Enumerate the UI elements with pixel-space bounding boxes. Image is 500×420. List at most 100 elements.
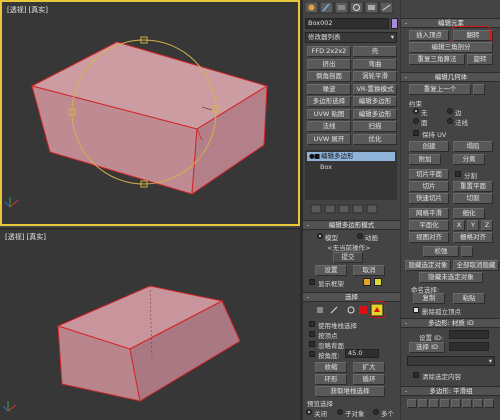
delete-isolated-checkbox[interactable] — [413, 307, 419, 313]
unhide-all-button[interactable]: 全部取消隐藏 — [453, 260, 499, 271]
quickslice-button[interactable]: 快速切片 — [409, 193, 449, 204]
tessellate-button[interactable]: 细化 — [453, 208, 485, 219]
modifier-button[interactable]: 法线 — [307, 121, 351, 132]
modifier-button[interactable]: 壳 — [353, 46, 397, 57]
constraint-face-radio[interactable] — [413, 118, 419, 124]
cancel-button[interactable]: 取消 — [353, 265, 385, 276]
cage-select-color-swatch[interactable] — [374, 278, 382, 286]
meshsmooth-button[interactable]: 网格平滑 — [409, 208, 449, 219]
commit-button[interactable]: 提交 — [333, 252, 363, 263]
smoothing-group-button[interactable] — [462, 399, 472, 408]
cage-color-swatch[interactable] — [363, 278, 371, 286]
preview-multi-radio[interactable] — [373, 409, 379, 415]
preview-subobject-radio[interactable] — [337, 409, 343, 415]
rollout-edit-poly-mode[interactable]: - 编辑多边形模式 — [303, 220, 400, 230]
grid-align-button[interactable]: 栅格对齐 — [453, 232, 493, 243]
modifier-button[interactable]: UVW 贴图 — [307, 108, 351, 120]
ring-button[interactable]: 环形 — [315, 374, 347, 385]
modifier-button[interactable]: 噪波 — [307, 83, 351, 95]
smoothing-group-button[interactable] — [484, 399, 494, 408]
viewport-top[interactable]: [透视] [真实] — [0, 0, 300, 226]
create-button[interactable]: 创建 — [409, 141, 449, 152]
slice-button[interactable]: 切片 — [409, 181, 449, 192]
attach-button[interactable]: 附加 — [409, 154, 441, 165]
object-name-field[interactable]: Box002 — [305, 18, 389, 29]
by-vertex-checkbox[interactable] — [309, 331, 315, 337]
constraint-edge-radio[interactable] — [447, 108, 453, 114]
rollout-selection[interactable]: - 选择 — [303, 292, 400, 302]
command-tabs[interactable] — [305, 2, 397, 14]
smoothing-group-button[interactable] — [440, 399, 450, 408]
insert-vertex-button[interactable]: 插入顶点 — [409, 30, 449, 41]
viewport-label[interactable]: [透视] [真实] — [7, 5, 50, 15]
planarize-button[interactable]: 平面化 — [409, 220, 449, 231]
stack-item-box[interactable]: Box — [320, 163, 332, 171]
show-cage-checkbox[interactable] — [309, 279, 315, 285]
stack-item-edit-poly[interactable]: ● ■ 编辑多边形 — [307, 152, 395, 161]
smoothing-group-button[interactable] — [429, 399, 439, 408]
planarize-x-button[interactable]: X — [453, 220, 465, 231]
shrink-button[interactable]: 收缩 — [315, 362, 347, 373]
viewport-label[interactable]: [透视] [真实] — [5, 232, 48, 242]
material-name-dropdown[interactable]: ▾ — [407, 356, 495, 366]
radio-model[interactable] — [317, 233, 323, 239]
constraint-none-radio[interactable] — [413, 108, 419, 114]
hide-unselected-button[interactable]: 隐藏未选定对象 — [419, 272, 483, 283]
paste-button[interactable]: 粘贴 — [453, 293, 485, 304]
edit-triangulation-button[interactable]: 编辑三角剖分 — [409, 42, 493, 53]
rollout-smoothing-groups[interactable]: - 多边形: 平滑组 — [401, 386, 500, 396]
smoothing-group-button[interactable] — [418, 399, 428, 408]
select-id-button[interactable]: 选择 ID — [409, 342, 445, 353]
slice-plane-button[interactable]: 切片平面 — [409, 169, 449, 180]
rollout-material-ids[interactable]: - 多边形: 材质 ID — [401, 318, 500, 328]
select-id-spinner[interactable] — [449, 342, 489, 351]
modifier-button[interactable]: VR-置换模式 — [353, 83, 397, 95]
smoothing-group-button[interactable] — [407, 399, 417, 408]
set-id-spinner[interactable] — [449, 330, 489, 339]
modifier-button[interactable]: 扫描 — [353, 121, 397, 132]
relax-settings-button[interactable] — [461, 246, 473, 257]
relax-button[interactable]: 松弛 — [423, 246, 459, 257]
get-stack-selection-button[interactable]: 获取堆栈选择 — [315, 386, 385, 397]
modifier-button[interactable]: FFD 2x2x2 — [307, 46, 351, 57]
preview-off-radio[interactable] — [306, 409, 312, 415]
collapse-button[interactable]: 塌陷 — [453, 141, 493, 152]
smoothing-group-button[interactable] — [451, 399, 461, 408]
hide-selected-button[interactable]: 隐藏选定对象 — [405, 260, 451, 271]
modifier-stack[interactable]: ● ■ 编辑多边形 Box — [305, 150, 397, 200]
preserve-uv-checkbox[interactable] — [413, 130, 419, 136]
viewport-bottom[interactable]: [透视] [真实] — [0, 228, 300, 420]
modifier-button[interactable]: 编辑多边形 — [353, 108, 397, 120]
ignore-backfacing-checkbox[interactable] — [309, 341, 315, 347]
modifier-button[interactable]: UVW 展开 — [307, 133, 351, 145]
by-angle-checkbox[interactable] — [309, 351, 315, 357]
modifier-button[interactable]: 编辑多边形 — [353, 96, 397, 107]
repeat-last-button[interactable]: 重复上一个 — [409, 84, 471, 95]
clear-selection-checkbox[interactable] — [413, 372, 419, 378]
by-stack-checkbox[interactable] — [309, 321, 315, 327]
settings-button[interactable]: 设置 — [315, 265, 347, 276]
modifier-button[interactable]: 挤出 — [307, 58, 351, 70]
split-checkbox[interactable] — [455, 171, 461, 177]
turn-button[interactable]: 旋转 — [467, 54, 493, 65]
planarize-y-button[interactable]: Y — [467, 220, 479, 231]
stack-tools[interactable] — [305, 204, 397, 214]
angle-spinner[interactable]: 45.0 — [345, 349, 379, 358]
smoothing-group-button[interactable] — [473, 399, 483, 408]
repeat-settings-button[interactable] — [473, 84, 485, 95]
planarize-z-button[interactable]: Z — [481, 220, 493, 231]
grow-button[interactable]: 扩大 — [353, 362, 385, 373]
modifier-button[interactable]: 优化 — [353, 133, 397, 145]
retriangulate-button[interactable]: 重复三角算法 — [409, 54, 465, 65]
object-color-swatch[interactable] — [391, 18, 398, 29]
modifier-button[interactable]: 涡轮平滑 — [353, 71, 397, 82]
copy-button[interactable]: 复制 — [413, 293, 445, 304]
modifier-button[interactable]: 多边形选择 — [307, 96, 351, 107]
loop-button[interactable]: 循环 — [353, 374, 385, 385]
modifier-button[interactable]: 弯曲 — [353, 58, 397, 70]
modifier-button[interactable]: 倒角剖面 — [307, 71, 351, 82]
radio-animate[interactable] — [357, 233, 363, 239]
view-align-button[interactable]: 视图对齐 — [409, 232, 449, 243]
detach-button[interactable]: 分离 — [453, 154, 485, 165]
cut-button[interactable]: 切割 — [453, 193, 493, 204]
